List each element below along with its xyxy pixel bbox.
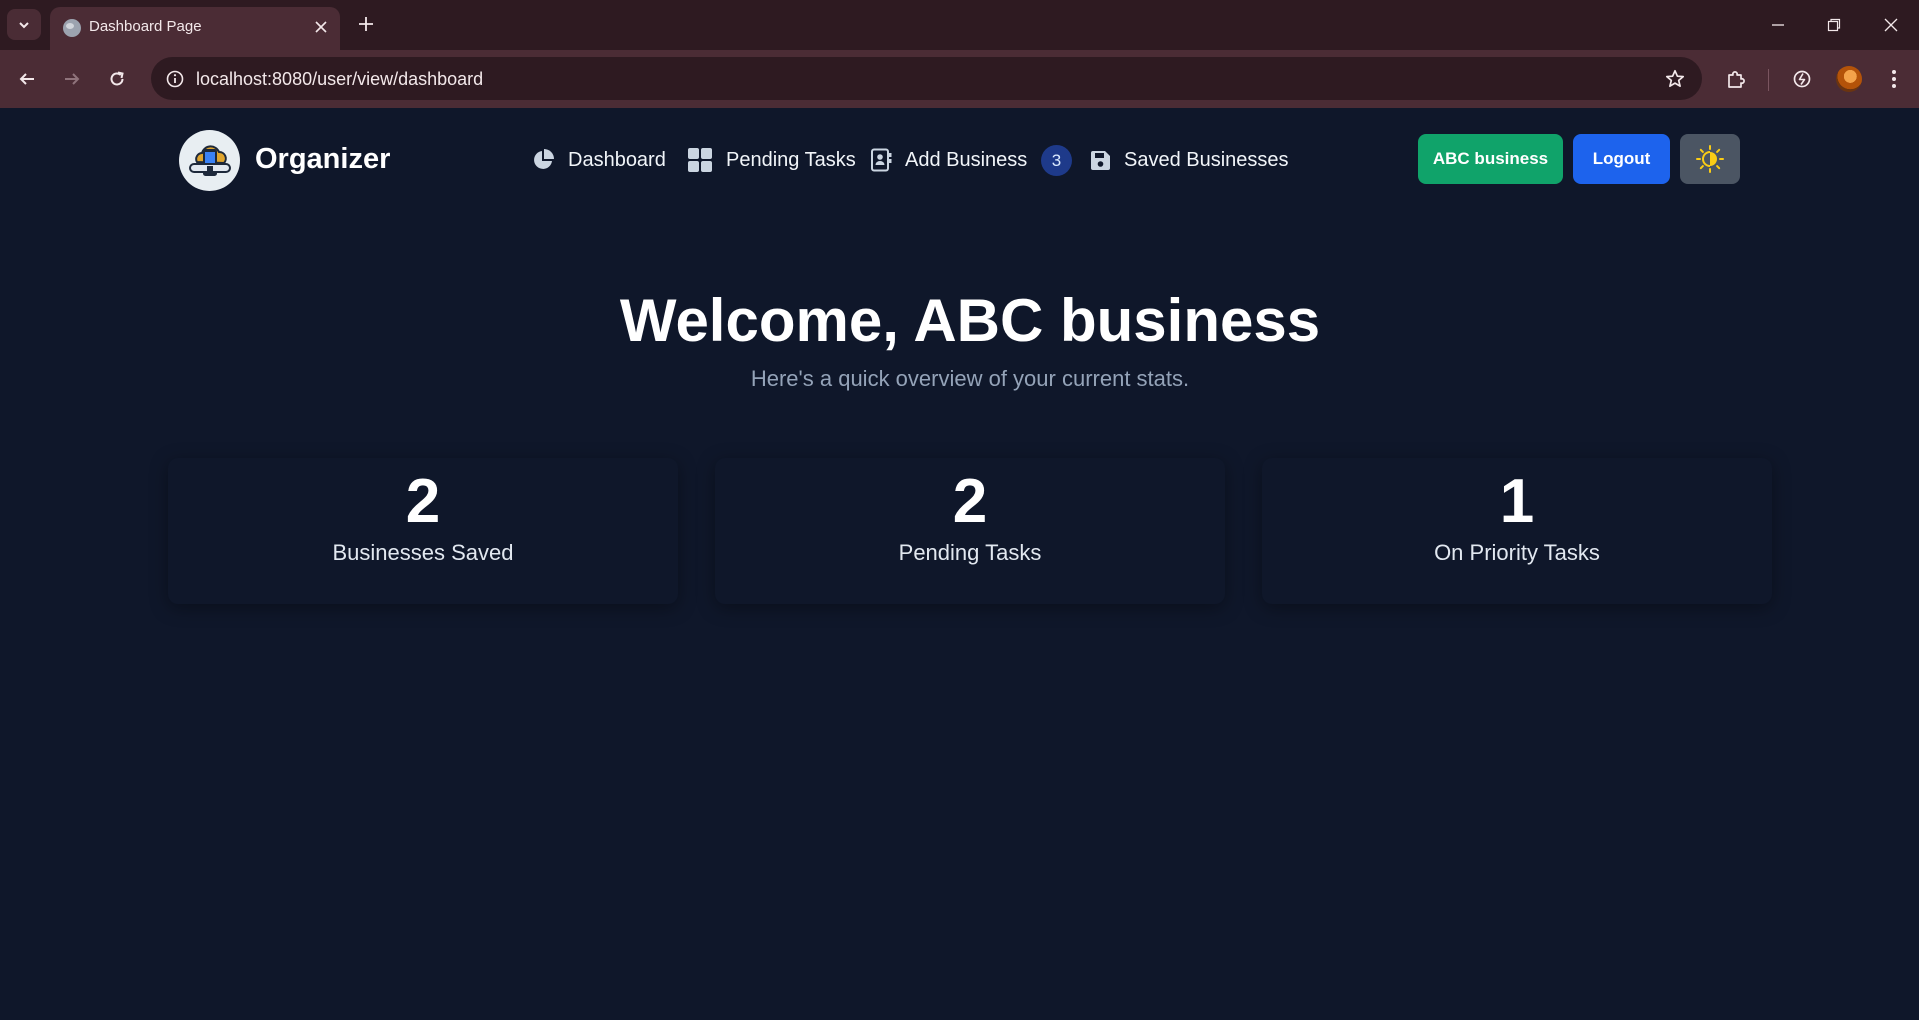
nav-pending-tasks-label: Pending Tasks — [726, 148, 856, 171]
nav-saved-businesses-label: Saved Businesses — [1124, 148, 1289, 171]
save-icon — [1091, 150, 1110, 170]
browser-menu-button[interactable] — [1877, 62, 1911, 96]
nav-dashboard[interactable]: Dashboard — [531, 145, 666, 175]
brand-name[interactable]: Organizer — [255, 143, 390, 176]
back-button[interactable] — [10, 62, 44, 96]
close-window-button[interactable] — [1868, 2, 1914, 48]
browser-tab-bar: Dashboard Page — [0, 0, 1919, 50]
chevron-down-icon — [19, 21, 29, 28]
pie-chart-icon — [534, 149, 554, 169]
brand-logo[interactable] — [179, 130, 240, 191]
organizer-logo-icon — [188, 144, 231, 176]
minimize-button[interactable] — [1755, 2, 1801, 48]
stat-label: Pending Tasks — [898, 540, 1042, 565]
app-navbar: Organizer Dashboard Pending Tasks Add Bu… — [0, 108, 1919, 212]
tab-search-button[interactable] — [7, 9, 41, 40]
nav-add-business-label: Add Business — [905, 148, 1028, 171]
new-tab-button[interactable] — [351, 9, 381, 39]
reload-icon — [110, 71, 124, 86]
nav-saved-businesses[interactable]: Saved Businesses — [1090, 145, 1289, 175]
plus-icon — [359, 17, 373, 31]
stat-card-priority-tasks: 1 On Priority Tasks — [1262, 458, 1772, 604]
count-badge: 3 — [1041, 145, 1072, 176]
nav-dashboard-label: Dashboard — [568, 148, 666, 171]
stat-card-businesses-saved: 2 Businesses Saved — [168, 458, 678, 604]
toolbar-divider — [1768, 69, 1769, 91]
restore-icon — [1827, 18, 1841, 32]
tab-title: Dashboard Page — [89, 18, 202, 35]
nav-pending-tasks[interactable]: Pending Tasks — [687, 145, 856, 175]
nav-add-business[interactable]: Add Business — [870, 145, 1027, 175]
reload-button[interactable] — [100, 62, 134, 96]
address-book-icon — [871, 148, 892, 172]
performance-button[interactable] — [1785, 62, 1819, 96]
browser-toolbar: localhost:8080/user/view/dashboard — [0, 50, 1919, 108]
grid-icon — [688, 148, 712, 172]
site-info-button[interactable] — [163, 67, 187, 91]
user-profile-button[interactable]: ABC business — [1418, 134, 1563, 184]
globe-icon — [63, 19, 81, 37]
stat-label: Businesses Saved — [332, 540, 514, 565]
theme-toggle-button[interactable] — [1680, 134, 1740, 184]
stat-label: On Priority Tasks — [1434, 540, 1600, 565]
address-bar[interactable]: localhost:8080/user/view/dashboard — [151, 57, 1702, 100]
bookmark-button[interactable] — [1663, 67, 1687, 91]
puzzle-icon — [1728, 71, 1745, 88]
stat-value: 1 — [1499, 467, 1535, 536]
gauge-icon — [1793, 70, 1811, 88]
minimize-icon — [1772, 24, 1784, 26]
extensions-button[interactable] — [1719, 62, 1753, 96]
close-icon — [315, 21, 327, 33]
sun-icon — [1696, 145, 1724, 173]
url-text[interactable]: localhost:8080/user/view/dashboard — [196, 69, 483, 90]
browser-tab[interactable]: Dashboard Page — [50, 7, 340, 50]
info-icon — [166, 70, 184, 88]
close-icon — [1884, 18, 1898, 32]
stat-card-pending-tasks: 2 Pending Tasks — [715, 458, 1225, 604]
logout-button[interactable]: Logout — [1573, 134, 1670, 184]
profile-avatar[interactable] — [1836, 66, 1862, 92]
forward-button[interactable] — [55, 62, 89, 96]
kebab-menu-icon — [1892, 70, 1896, 88]
tab-close-button[interactable] — [309, 15, 333, 39]
restore-button[interactable] — [1811, 2, 1857, 48]
welcome-subtitle: Here's a quick overview of your current … — [750, 366, 1190, 391]
arrow-left-icon — [19, 73, 34, 85]
welcome-heading: Welcome, ABC business — [619, 287, 1321, 354]
arrow-right-icon — [65, 73, 80, 85]
star-icon — [1665, 69, 1685, 88]
stat-value: 2 — [952, 467, 988, 536]
stat-value: 2 — [405, 467, 441, 536]
